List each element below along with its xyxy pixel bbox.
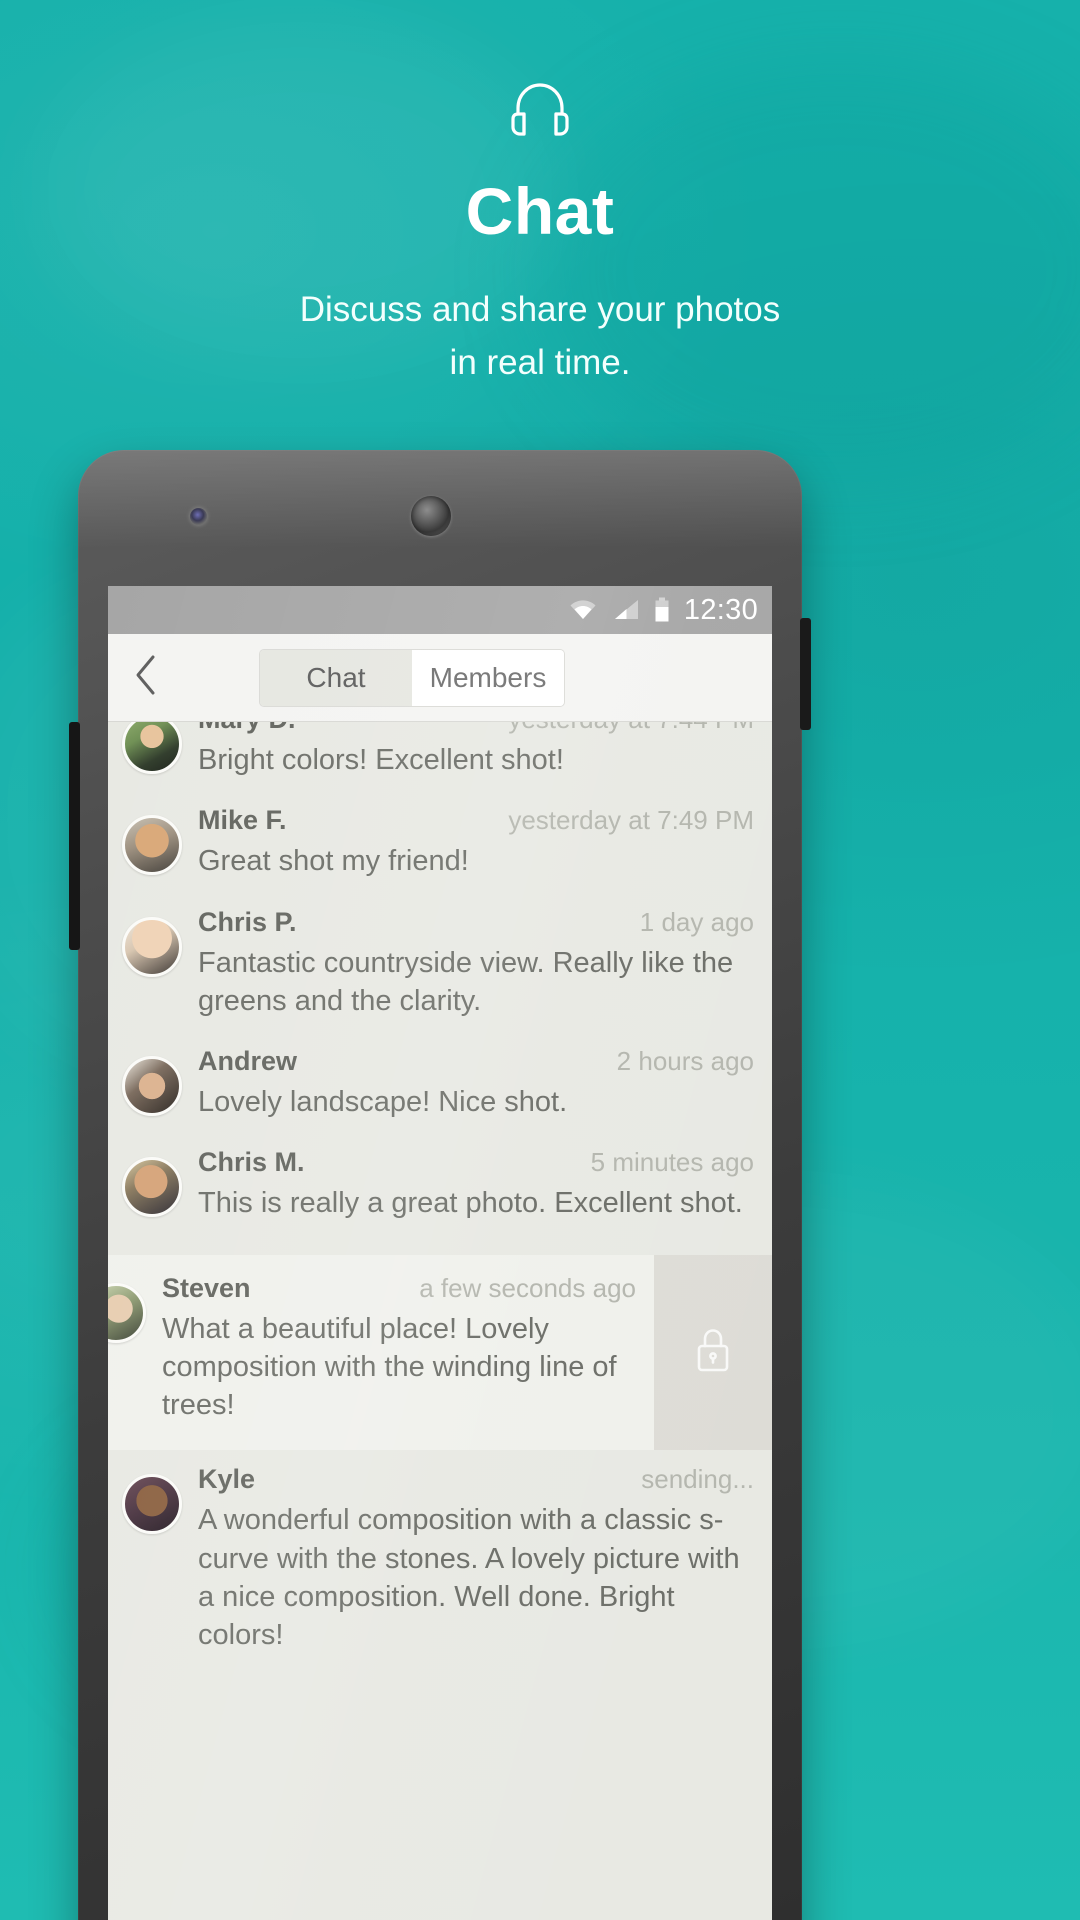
message-timestamp: yesterday at 7:44 PM	[508, 722, 754, 735]
message-timestamp: yesterday at 7:49 PM	[508, 805, 754, 836]
message-header: Chris P. 1 day ago	[198, 907, 754, 938]
navigation-bar: Chat Members	[108, 634, 772, 722]
message-body: Steven a few seconds ago What a beautifu…	[162, 1273, 636, 1451]
message-text: Great shot my friend!	[198, 845, 469, 878]
message-timestamp: a few seconds ago	[419, 1272, 636, 1303]
message-status: sending...	[641, 1464, 754, 1495]
avatar[interactable]	[122, 1157, 182, 1218]
chat-message-row[interactable]: Chris M. 5 minutes ago This is really a …	[108, 1147, 772, 1248]
avatar[interactable]	[108, 1282, 146, 1343]
avatar[interactable]	[122, 1474, 182, 1535]
status-bar: 12:30	[108, 586, 772, 634]
message-header: Mary D. yesterday at 7:44 PM	[198, 722, 754, 735]
page-title: Chat	[465, 174, 615, 248]
avatar[interactable]	[122, 916, 182, 977]
back-button[interactable]	[108, 634, 184, 722]
message-text: Bright colors! Excellent shot!	[198, 744, 564, 776]
message-author: Mike F.	[198, 805, 287, 836]
power-button[interactable]	[800, 618, 811, 730]
message-text: Fantastic countryside view. Really like …	[198, 946, 734, 1017]
chat-message-row[interactable]: Kyle sending... A wonderful composition …	[108, 1464, 772, 1680]
message-body: Chris M. 5 minutes ago This is really a …	[198, 1147, 754, 1248]
message-text: This is really a great photo. Excellent …	[198, 1187, 743, 1220]
chat-message-row[interactable]: Chris P. 1 day ago Fantastic countryside…	[108, 907, 772, 1047]
back-chevron-icon	[133, 654, 159, 701]
chat-message-row[interactable]: Mary D. yesterday at 7:44 PM Bright colo…	[108, 722, 772, 805]
lock-action-button[interactable]	[654, 1254, 772, 1451]
tab-group: Chat Members	[260, 650, 564, 706]
message-author: Kyle	[198, 1464, 256, 1495]
message-timestamp: 2 hours ago	[616, 1046, 754, 1077]
subtitle-line-1: Discuss and share your photos	[299, 290, 781, 329]
message-author: Chris P.	[198, 906, 297, 937]
message-body: Mary D. yesterday at 7:44 PM Bright colo…	[198, 722, 754, 805]
message-header: Chris M. 5 minutes ago	[198, 1147, 754, 1178]
message-timestamp: 1 day ago	[639, 906, 754, 937]
lock-icon	[693, 1326, 733, 1379]
avatar[interactable]	[122, 1056, 182, 1117]
phone-screen: 12:30 Chat Members Bright colors! Excell…	[108, 586, 772, 1920]
chat-message-row[interactable]: Mike F. yesterday at 7:49 PM Great shot …	[108, 805, 772, 906]
message-text: Lovely landscape! Nice shot.	[198, 1086, 568, 1119]
message-header: Mike F. yesterday at 7:49 PM	[198, 805, 754, 836]
chat-message-list[interactable]: Mary D. yesterday at 7:44 PM Bright colo…	[108, 722, 772, 1920]
phone-mockup: 12:30 Chat Members Bright colors! Excell…	[69, 450, 811, 1920]
message-text: What a beautiful place! Lovely compositi…	[162, 1312, 617, 1422]
tab-chat[interactable]: Chat	[260, 650, 412, 706]
promo-page: Chat Discuss and share your photos in re…	[0, 0, 1080, 1920]
chat-message-row-swiped[interactable]: Steven a few seconds ago What a beautifu…	[108, 1254, 772, 1451]
status-bar-clock: 12:30	[683, 593, 758, 626]
tab-members[interactable]: Members	[412, 650, 564, 706]
promo-header: Chat Discuss and share your photos in re…	[0, 0, 1080, 389]
page-subtitle: Discuss and share your photos in real ti…	[0, 284, 1080, 389]
message-body: Chris P. 1 day ago Fantastic countryside…	[198, 907, 754, 1047]
avatar[interactable]	[122, 815, 182, 876]
message-timestamp: 5 minutes ago	[590, 1147, 754, 1178]
wifi-icon	[568, 598, 598, 622]
message-author: Andrew	[198, 1046, 298, 1077]
message-author: Mary D.	[198, 722, 296, 735]
message-header: Kyle sending...	[198, 1464, 754, 1495]
message-author: Steven	[162, 1272, 251, 1303]
cellular-signal-icon	[612, 598, 640, 622]
proximity-sensor-icon	[190, 508, 207, 525]
chat-message-row[interactable]: Andrew 2 hours ago Lovely landscape! Nic…	[108, 1046, 772, 1147]
message-author: Chris M.	[198, 1147, 305, 1178]
front-camera-icon	[411, 496, 451, 536]
message-body: Mike F. yesterday at 7:49 PM Great shot …	[198, 805, 754, 906]
message-body: Andrew 2 hours ago Lovely landscape! Nic…	[198, 1046, 754, 1147]
message-text: A wonderful composition with a classic s…	[198, 1504, 740, 1652]
battery-icon	[654, 597, 670, 623]
volume-button[interactable]	[69, 722, 80, 950]
message-header: Steven a few seconds ago	[162, 1273, 636, 1304]
message-header: Andrew 2 hours ago	[198, 1046, 754, 1077]
avatar[interactable]	[122, 722, 182, 774]
subtitle-line-2: in real time.	[449, 342, 631, 382]
headphones-icon	[0, 78, 1080, 140]
message-body: Kyle sending... A wonderful composition …	[198, 1464, 754, 1680]
